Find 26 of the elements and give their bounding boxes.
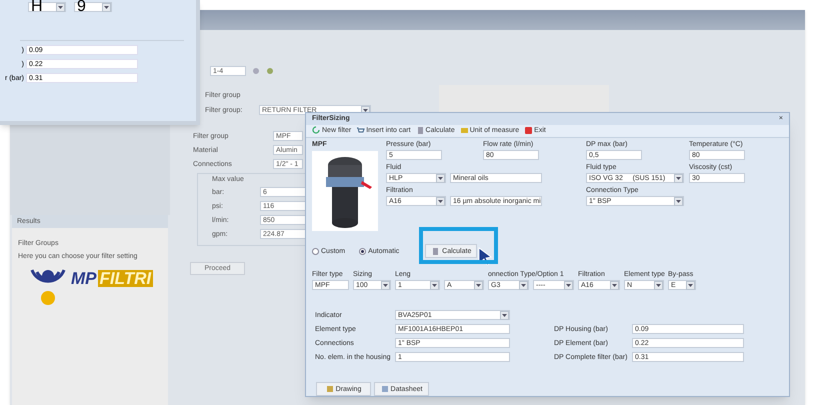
dropdown-arrow-icon[interactable] — [381, 280, 390, 290]
dropdown-arrow-icon[interactable] — [610, 280, 619, 290]
dropdown-arrow-icon[interactable] — [474, 280, 483, 290]
logo-wordmark: MP FILTRI — [71, 270, 154, 287]
dropdown-field[interactable]: H — [28, 2, 66, 12]
dropdown-arrow-icon[interactable] — [436, 196, 445, 206]
calculator-icon — [416, 126, 425, 136]
dropdown-arrow-icon[interactable] — [500, 310, 509, 320]
dropdown-field[interactable]: 9 — [74, 2, 112, 12]
dropdown-arrow-icon[interactable] — [654, 280, 663, 290]
dropdown-arrow-icon[interactable] — [674, 174, 683, 182]
document-icon — [326, 385, 334, 393]
mouse-cursor-icon — [478, 247, 492, 265]
calculator-icon — [431, 246, 440, 256]
dropdown-arrow-icon[interactable] — [686, 280, 695, 290]
dropdown-arrow-icon[interactable] — [436, 174, 445, 182]
exit-icon — [524, 126, 534, 136]
cart-icon — [356, 126, 366, 136]
document-icon — [380, 385, 389, 393]
dropdown-arrow-icon[interactable] — [430, 280, 439, 290]
refresh-icon — [312, 126, 321, 136]
dropdown-arrow-icon[interactable] — [56, 2, 65, 12]
dropdown-arrow-icon[interactable] — [564, 280, 573, 290]
dropdown-arrow-icon[interactable] — [519, 280, 528, 290]
dropdown-arrow-icon[interactable] — [102, 2, 111, 12]
dropdown-arrow-icon[interactable] — [674, 196, 683, 206]
